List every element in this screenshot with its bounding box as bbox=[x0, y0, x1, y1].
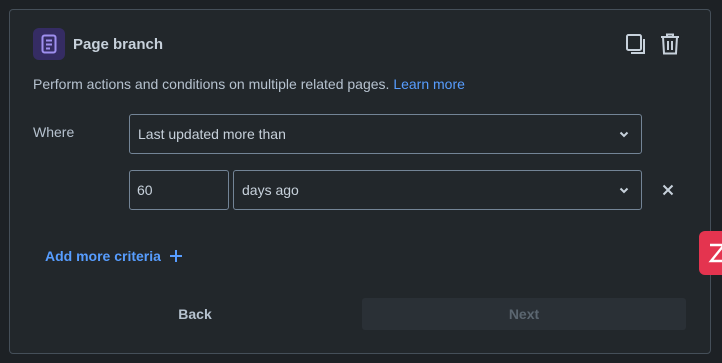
panel-title: Page branch bbox=[73, 35, 164, 53]
unit-select[interactable]: days ago bbox=[233, 170, 642, 210]
panel-header: Page branch bbox=[33, 28, 163, 60]
chevron-down-icon bbox=[619, 131, 629, 138]
learn-more-link[interactable]: Learn more bbox=[393, 76, 465, 92]
unit-value: days ago bbox=[242, 182, 299, 198]
where-label: Where bbox=[33, 124, 75, 140]
zapier-icon[interactable] bbox=[699, 231, 722, 275]
plus-icon bbox=[169, 250, 182, 262]
remove-criteria-button[interactable] bbox=[658, 180, 678, 200]
days-amount-input[interactable] bbox=[129, 170, 229, 210]
trash-icon[interactable] bbox=[658, 32, 682, 56]
condition-value: Last updated more than bbox=[138, 126, 286, 142]
condition-select[interactable]: Last updated more than bbox=[129, 114, 642, 154]
chevron-down-icon bbox=[619, 187, 629, 194]
page-icon bbox=[33, 28, 65, 60]
description-text: Perform actions and conditions on multip… bbox=[33, 76, 390, 92]
close-icon bbox=[662, 184, 674, 196]
copy-icon[interactable] bbox=[624, 32, 648, 56]
next-button[interactable]: Next bbox=[362, 298, 686, 330]
header-actions bbox=[624, 32, 682, 56]
panel-description: Perform actions and conditions on multip… bbox=[33, 76, 465, 92]
back-button[interactable]: Back bbox=[45, 298, 345, 330]
add-criteria-label: Add more criteria bbox=[45, 248, 161, 264]
page-branch-panel: Page branch Perform actions and conditio… bbox=[9, 9, 711, 354]
add-criteria-button[interactable]: Add more criteria bbox=[45, 248, 183, 264]
